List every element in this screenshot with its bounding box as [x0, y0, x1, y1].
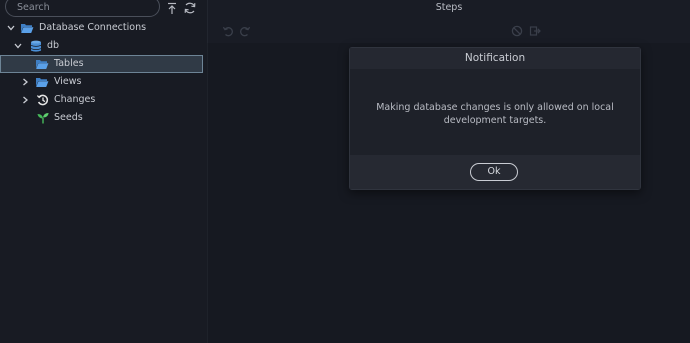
tree-item-seeds[interactable]: Seeds	[0, 109, 207, 127]
search-row: Search	[0, 0, 207, 18]
tree-item-label: Tables	[54, 58, 84, 69]
collapse-all-icon[interactable]	[165, 1, 179, 15]
sidebar: Search Database Connections db Tables Vi…	[0, 0, 208, 343]
tree-item-changes[interactable]: Changes	[0, 91, 207, 109]
panel-title: Steps	[435, 2, 463, 13]
chevron-down-icon[interactable]	[6, 23, 16, 33]
tree-item-label: db	[47, 40, 60, 51]
tree-item-label: Changes	[54, 94, 96, 105]
ok-button[interactable]: Ok	[470, 163, 518, 181]
notification-dialog: Notification Making database changes is …	[349, 47, 641, 190]
refresh-icon[interactable]	[183, 1, 197, 15]
dialog-message: Making database changes is only allowed …	[350, 70, 640, 155]
undo-icon[interactable]	[222, 25, 234, 37]
connection-tree: Database Connections db Tables Views Cha…	[0, 19, 207, 127]
export-icon[interactable]	[529, 25, 541, 37]
folder-open-icon	[36, 78, 49, 87]
chevron-right-icon[interactable]	[20, 77, 30, 87]
dialog-title: Notification	[350, 48, 640, 70]
tree-item-views[interactable]: Views	[0, 73, 207, 91]
tree-item-label: Seeds	[54, 112, 83, 123]
history-icon	[36, 94, 49, 106]
chevron-down-icon[interactable]	[13, 41, 23, 51]
chevron-right-icon[interactable]	[20, 95, 30, 105]
folder-open-icon	[21, 24, 34, 33]
tree-item-label: Views	[54, 76, 82, 87]
seedling-icon	[37, 113, 49, 124]
block-icon[interactable]	[511, 25, 523, 37]
tree-item-label: Database Connections	[39, 22, 147, 33]
redo-icon[interactable]	[239, 25, 251, 37]
tree-item-database-connections[interactable]: Database Connections	[0, 19, 207, 37]
tree-item-tables[interactable]: Tables	[0, 55, 203, 73]
dialog-footer: Ok	[350, 155, 640, 189]
tree-item-db[interactable]: db	[0, 37, 207, 55]
database-icon	[31, 40, 41, 52]
folder-open-icon	[36, 60, 49, 69]
search-input[interactable]: Search	[5, 0, 160, 17]
